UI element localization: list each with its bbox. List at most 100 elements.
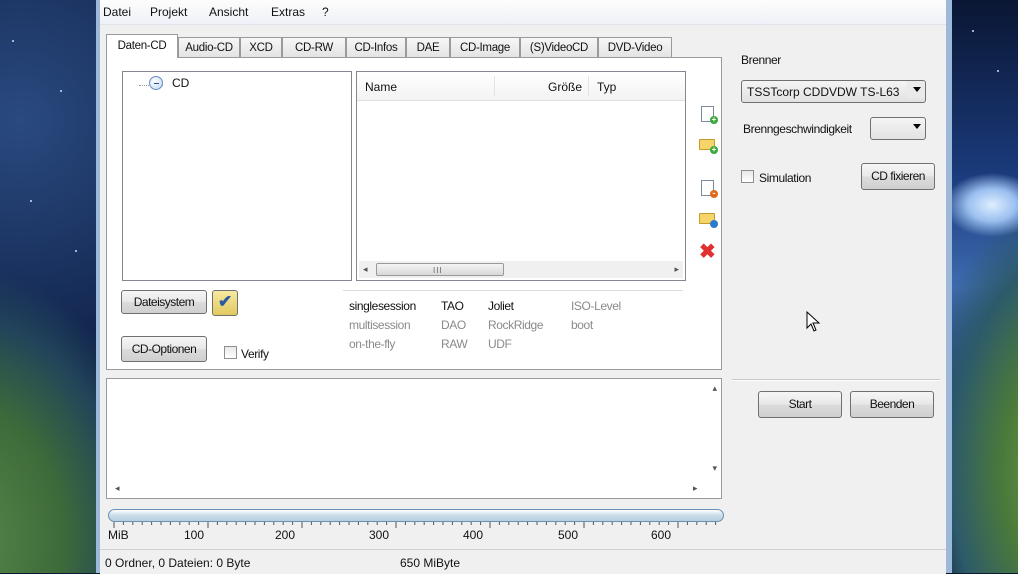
tab-cd-rw[interactable]: CD-RW: [282, 37, 346, 57]
tab-xcd[interactable]: XCD: [240, 37, 282, 57]
tab-cd-infos[interactable]: CD-Infos: [346, 37, 406, 57]
panel-divider: [732, 379, 940, 381]
verify-checkbox[interactable]: [224, 346, 237, 359]
tab-dae[interactable]: DAE: [406, 37, 450, 57]
chevron-down-icon: [913, 124, 921, 129]
scroll-grip: III: [433, 266, 443, 275]
speed-label: Brenngeschwindigkeit: [743, 122, 852, 136]
simulation-label[interactable]: Simulation: [759, 171, 811, 185]
tab-dvd-video[interactable]: DVD-Video: [598, 37, 672, 57]
burner-label: Brenner: [741, 53, 781, 67]
check-button[interactable]: ✔: [212, 290, 238, 316]
column-type[interactable]: Typ: [597, 80, 616, 94]
opt-rockridge[interactable]: RockRidge: [488, 318, 543, 332]
scroll-down-arrow-icon[interactable]: ▾: [712, 463, 717, 474]
earth-glow: [952, 150, 1018, 260]
burner-select[interactable]: TSSTcorp CDDVDW TS-L63: [741, 80, 926, 103]
scale-label-300: 300: [369, 528, 390, 542]
delete-icon[interactable]: ✖: [699, 241, 717, 263]
file-list-header: Name Größe Typ: [357, 72, 685, 101]
filesystem-button[interactable]: Dateisystem: [121, 290, 207, 314]
folder-properties-icon[interactable]: [699, 210, 718, 228]
scale-label-200: 200: [275, 528, 296, 542]
scroll-left-arrow-icon[interactable]: ◂: [115, 483, 120, 494]
daten-cd-panel: CD Name Größe Typ ◂ III ▸ + + - ✖ Dateis…: [106, 57, 722, 370]
file-list[interactable]: Name Größe Typ ◂ III ▸: [356, 71, 686, 281]
scale-label-500: 500: [558, 528, 579, 542]
opt-raw[interactable]: RAW: [441, 337, 468, 351]
desktop-background-right: [952, 0, 1018, 573]
quit-button[interactable]: Beenden: [850, 391, 934, 418]
output-log[interactable]: ▴ ▾ ◂ ▸: [106, 378, 722, 499]
opt-on-the-fly[interactable]: on-the-fly: [349, 337, 395, 351]
scroll-up-arrow-icon[interactable]: ▴: [712, 383, 717, 394]
desktop-background-left: [0, 0, 96, 573]
remove-file-icon[interactable]: -: [699, 180, 718, 198]
plus-badge-icon: +: [710, 115, 718, 124]
star: [60, 90, 62, 92]
star: [972, 30, 974, 32]
cd-node-icon[interactable]: [149, 76, 163, 90]
column-separator: [494, 76, 495, 96]
star: [30, 200, 32, 202]
menu-help[interactable]: ?: [322, 5, 329, 19]
tab-svideocd[interactable]: (S)VideoCD: [520, 37, 598, 57]
scale-label-400: 400: [463, 528, 484, 542]
scale-unit-label: MiB: [108, 528, 129, 542]
window-client-area: Datei Projekt Ansicht Extras ? Daten-CD …: [100, 0, 946, 574]
column-separator: [588, 76, 589, 96]
opt-udf[interactable]: UDF: [488, 337, 512, 351]
plus-badge-icon: +: [710, 145, 718, 154]
opt-boot[interactable]: boot: [571, 318, 593, 332]
application-window: Datei Projekt Ansicht Extras ? Daten-CD …: [96, 0, 952, 574]
scroll-right-arrow-icon[interactable]: ▸: [693, 483, 698, 494]
write-options: singlesession TAO Joliet ISO-Level multi…: [343, 290, 683, 351]
cd-fix-button[interactable]: CD fixieren: [861, 163, 935, 190]
menu-ansicht[interactable]: Ansicht: [209, 5, 248, 19]
status-bar: 0 Ordner, 0 Dateien: 0 Byte 650 MiByte: [100, 549, 946, 574]
scroll-right-arrow-icon[interactable]: ▸: [674, 264, 679, 275]
scroll-left-arrow-icon[interactable]: ◂: [363, 264, 368, 275]
menu-projekt[interactable]: Projekt: [150, 5, 187, 19]
verify-label[interactable]: Verify: [241, 347, 269, 361]
mouse-cursor-icon: [806, 311, 821, 332]
checkmark-icon: ✔: [218, 292, 233, 311]
red-x-icon: ✖: [699, 241, 716, 263]
menu-extras[interactable]: Extras: [271, 5, 305, 19]
info-badge-icon: [710, 220, 718, 228]
tab-daten-cd[interactable]: Daten-CD: [106, 34, 178, 58]
scroll-thumb[interactable]: III: [376, 263, 504, 276]
star: [997, 70, 999, 72]
add-file-icon[interactable]: +: [699, 106, 718, 124]
star: [75, 250, 77, 252]
capacity-bar: [108, 509, 724, 522]
column-size[interactable]: Größe: [548, 80, 582, 94]
add-folder-icon[interactable]: +: [699, 136, 718, 154]
column-name[interactable]: Name: [365, 80, 397, 94]
menu-bar: Datei Projekt Ansicht Extras ?: [100, 0, 946, 25]
tab-audio-cd[interactable]: Audio-CD: [178, 37, 240, 57]
opt-dao[interactable]: DAO: [441, 318, 466, 332]
tree-root-label[interactable]: CD: [172, 76, 189, 90]
burner-device: TSSTcorp CDDVDW TS-L63: [747, 85, 900, 99]
opt-multisession[interactable]: multisession: [349, 318, 411, 332]
simulation-checkbox[interactable]: [741, 170, 754, 183]
status-capacity: 650 MiByte: [400, 556, 461, 570]
star: [12, 40, 14, 42]
speed-select[interactable]: [870, 117, 926, 140]
status-file-count: 0 Ordner, 0 Dateien: 0 Byte: [105, 556, 251, 570]
opt-singlesession[interactable]: singlesession: [349, 299, 416, 313]
tab-cd-image[interactable]: CD-Image: [450, 37, 520, 57]
folder-tree[interactable]: CD: [122, 71, 352, 281]
start-button[interactable]: Start: [758, 391, 842, 418]
opt-iso-level[interactable]: ISO-Level: [571, 299, 621, 313]
menu-datei[interactable]: Datei: [103, 5, 131, 19]
file-list-hscrollbar[interactable]: ◂ III ▸: [359, 261, 683, 278]
opt-joliet[interactable]: Joliet: [488, 299, 514, 313]
opt-tao[interactable]: TAO: [441, 299, 464, 313]
chevron-down-icon: [913, 87, 921, 92]
scale-label-100: 100: [184, 528, 205, 542]
scale-label-600: 600: [651, 528, 672, 542]
cd-options-button[interactable]: CD-Optionen: [121, 336, 207, 362]
minus-badge-icon: -: [710, 189, 718, 198]
